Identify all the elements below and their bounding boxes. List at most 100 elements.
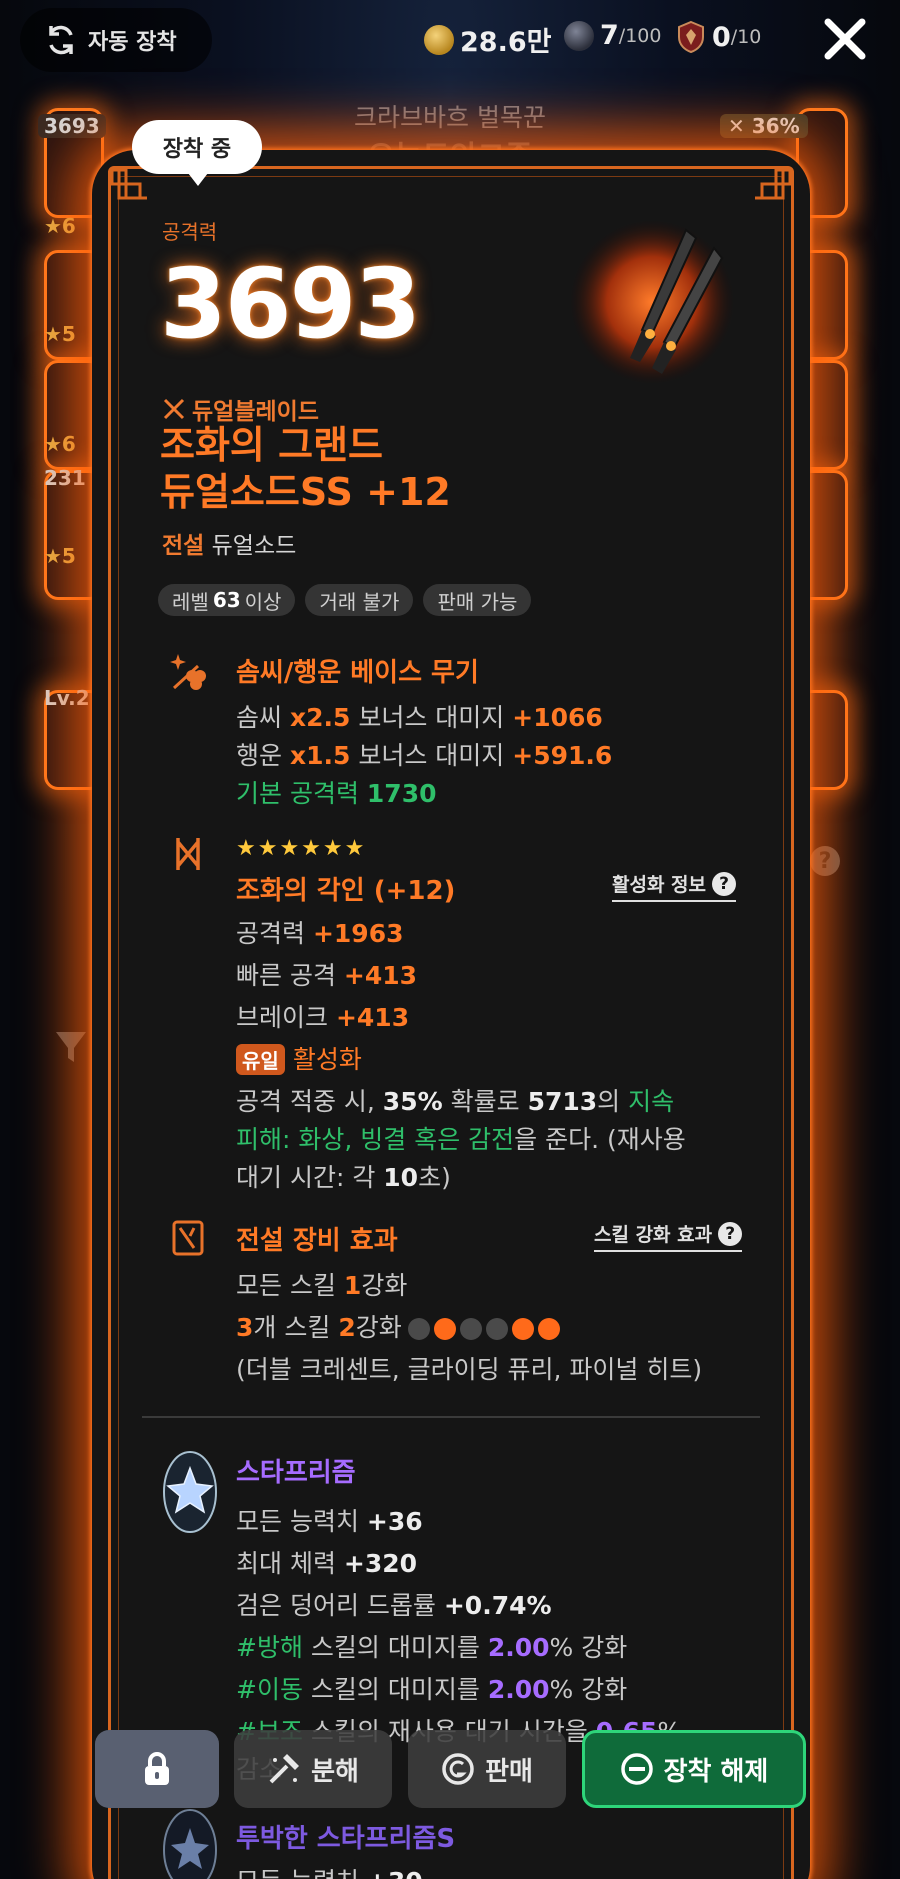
clover-sparkle-icon	[170, 654, 206, 690]
stat-value: +0.74%	[443, 1591, 552, 1620]
engrave-stars: ★★★★★★	[236, 836, 367, 861]
gold-value: 28.6만	[460, 27, 552, 58]
desc-text: 초)	[418, 1163, 451, 1192]
unique-row: 유일 활성화	[236, 1040, 362, 1076]
desc-text: 확률로	[450, 1087, 520, 1116]
star-prism-icon	[163, 1451, 217, 1533]
stat-text: 보너스 대미지	[358, 703, 505, 732]
gold-currency: 28.6만	[424, 20, 551, 59]
level-value: 63	[212, 588, 241, 612]
level-prefix: 레벨	[172, 589, 209, 614]
engrave-icon	[176, 838, 200, 870]
desc-text: 의	[597, 1087, 621, 1116]
crossed-swords-icon	[163, 398, 185, 420]
stat-name: 모든 능력치	[236, 1507, 359, 1536]
skill-effect-info-link[interactable]: 스킬 강화 효과?	[594, 1220, 743, 1252]
legend-text: 강화	[355, 1313, 402, 1342]
sell-label: 판매	[485, 1756, 533, 1787]
stat-name: 모든 능력치	[236, 1867, 359, 1879]
legend-line-3: (더블 크레센트, 글라이딩 퓨리, 파이널 히트)	[236, 1355, 703, 1384]
skill-value: 2.00	[487, 1675, 550, 1704]
bg-title-line1: 크라브바흐 벌목꾼	[354, 103, 546, 132]
unique-badge: 유일	[236, 1044, 285, 1075]
section-divider	[142, 1416, 760, 1418]
desc-value: 35%	[382, 1087, 443, 1116]
stat-mult: x1.5	[289, 741, 351, 770]
auto-equip-button[interactable]: 자동 장착	[20, 8, 212, 72]
unique-label: 활성화	[292, 1045, 362, 1074]
disassemble-button[interactable]: 분해	[234, 1730, 392, 1808]
stat-value: +320	[343, 1549, 418, 1578]
stat-value: +30	[367, 1867, 423, 1879]
ticket-currency: 0/10	[676, 20, 761, 54]
item-name-line1: 조화의 그랜드	[160, 423, 383, 467]
prism1-skill-2: #이동 스킬의 대미지를 2.00% 강화	[236, 1670, 627, 1706]
legend-line-1: 모든 스킬 1강화	[236, 1266, 407, 1302]
screen: { "topbar": { "auto_equip_label": "자동 장착…	[0, 0, 900, 1879]
grade-row: 전설 듀얼소드	[162, 526, 296, 560]
attack-value: 3693	[160, 248, 421, 360]
legend-text: 개 스킬	[253, 1313, 331, 1342]
help-icon[interactable]: ?	[810, 846, 840, 876]
level-tag: 레벨 63 이상	[158, 584, 296, 616]
gold-coin-icon	[424, 24, 454, 55]
skill-level-dot	[459, 1318, 482, 1340]
stat-value: +36	[366, 1507, 423, 1536]
equipped-badge: 장착 중	[132, 120, 262, 186]
prism1-title: 스타프리즘	[236, 1458, 356, 1488]
question-icon: ?	[718, 1221, 743, 1246]
grade-word: 전설	[162, 533, 205, 559]
skill-level-dot	[537, 1318, 560, 1340]
bg-label: Lv.2	[44, 686, 90, 710]
unequip-button[interactable]: 장착 해제	[582, 1730, 806, 1808]
minus-circle-icon	[620, 1753, 653, 1785]
engrave-desc-1: 공격 적중 시, 35% 확률로 5713의 지속	[236, 1082, 674, 1118]
legend-title: 전설 장비 효과	[236, 1226, 398, 1256]
lock-button[interactable]	[95, 1730, 219, 1808]
close-icon[interactable]	[818, 12, 872, 66]
corner-knot-icon	[110, 168, 147, 200]
skill-level-dots	[407, 1318, 560, 1340]
gold-coin-icon	[442, 1753, 474, 1785]
stat-value: +591.6	[512, 741, 613, 770]
item-name: 조화의 그랜드 듀얼소드SS +12	[160, 422, 451, 516]
base-line-attack: 기본 공격력 1730	[236, 774, 437, 810]
prism1-stat-hp: 최대 체력 +320	[236, 1544, 417, 1580]
gem-currency: 7/100	[564, 20, 661, 51]
bg-label: ★5	[44, 544, 76, 568]
skill-suffix: % 강화	[549, 1675, 628, 1704]
skill-effect-label: 스킬 강화 효과	[594, 1224, 713, 1246]
skill-suffix: % 강화	[549, 1633, 628, 1662]
bg-label: ★6	[44, 214, 76, 238]
stat-name: 브레이크	[236, 1003, 329, 1032]
stat-name: 기본 공격력	[236, 779, 359, 808]
shield-ticket-icon	[678, 20, 704, 54]
stat-value: +413	[335, 1003, 410, 1032]
legend-value: 1	[343, 1271, 362, 1300]
category-label: 듀얼블레이드	[192, 399, 319, 425]
engrave-desc-2: 피해: 화상, 빙결 혹은 감전을 준다. (재사용	[236, 1120, 686, 1156]
stat-value: +1066	[512, 703, 603, 732]
bg-label: 231	[44, 466, 86, 490]
desc-text: 대기 시간: 각	[236, 1163, 376, 1192]
skill-tag: #방해	[236, 1633, 303, 1662]
stat-value: 1730	[366, 779, 437, 808]
refresh-icon	[49, 25, 73, 55]
prism1-stat-all: 모든 능력치 +36	[236, 1502, 423, 1538]
engrave-stat-attack: 공격력 +1963	[236, 914, 404, 950]
skill-level-dot	[407, 1318, 430, 1340]
question-icon: ?	[712, 871, 737, 896]
base-line-luck: 행운 x1.5 보너스 대미지 +591.6	[236, 736, 612, 772]
filter-icon[interactable]	[54, 1030, 88, 1066]
bg-label: ★5	[44, 322, 76, 346]
sell-button[interactable]: 판매	[408, 1730, 566, 1808]
activation-info-link[interactable]: 활성화 정보?	[612, 870, 737, 902]
rough-star-prism-icon	[163, 1809, 217, 1879]
dual-sword-icon	[570, 220, 734, 384]
legend-line-2: 3개 스킬 2강화	[236, 1308, 560, 1344]
skill-level-dot	[433, 1318, 456, 1340]
gem-value: 7	[600, 20, 619, 51]
legend-text: 강화	[361, 1271, 408, 1300]
grade-type: 듀얼소드	[211, 533, 297, 559]
skill-text: 스킬의 대미지를	[310, 1675, 480, 1704]
